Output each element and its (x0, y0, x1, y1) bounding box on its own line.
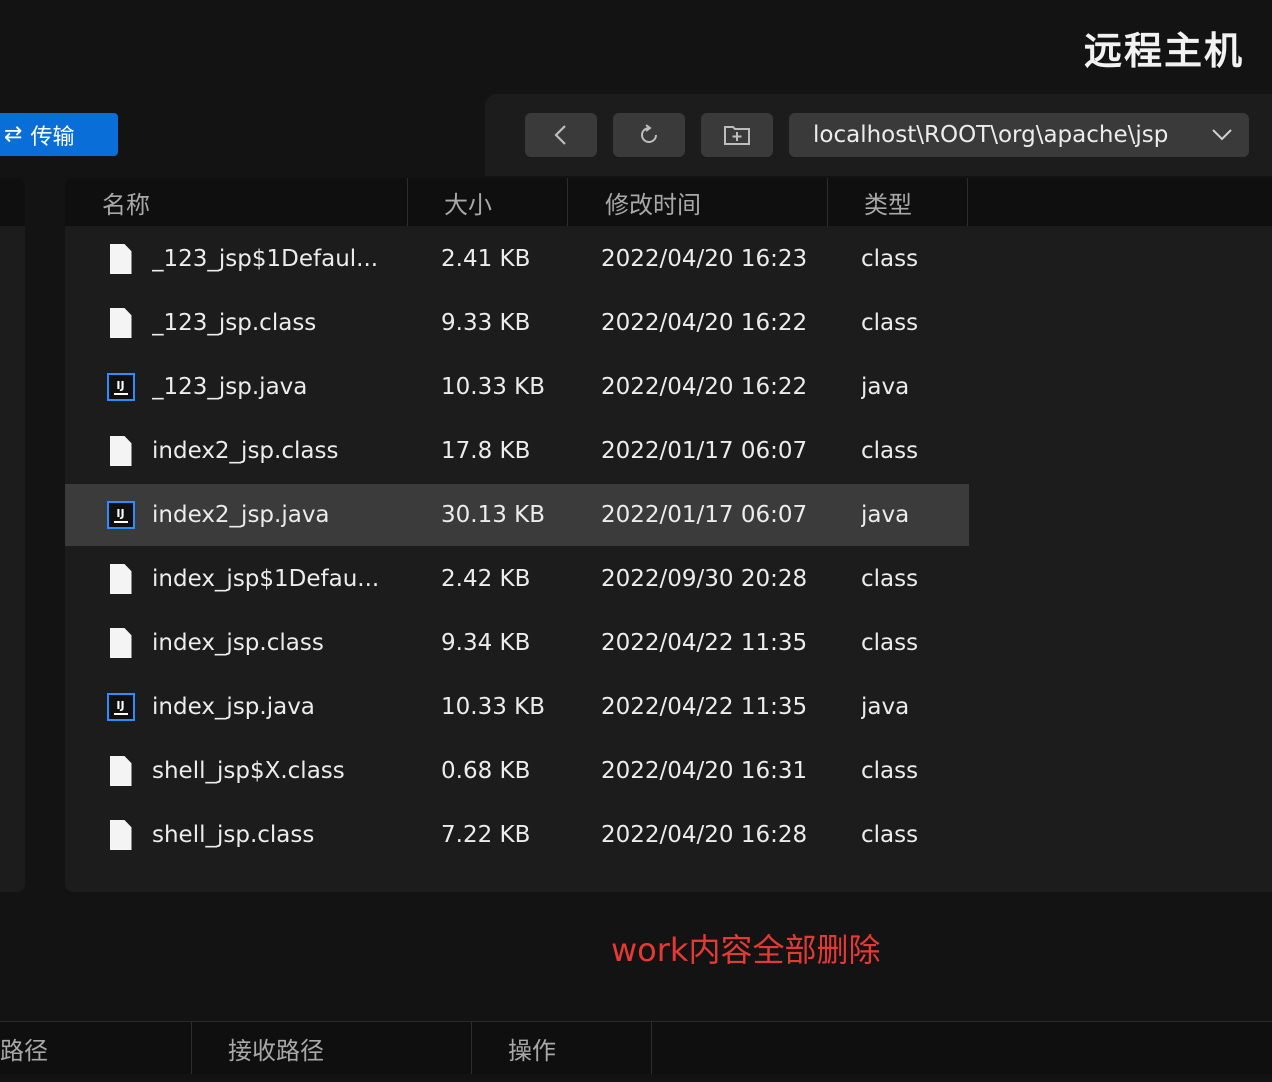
path-value: localhost\ROOT\org\apache\jsp (813, 122, 1169, 148)
file-row-icon-cell (65, 628, 152, 658)
file-name: index2_jsp.java (152, 502, 330, 528)
file-row[interactable]: _123_jsp$1Defaul... 2.41 KB 2022/04/20 16:… (65, 228, 969, 290)
file-modified: 2022/04/22 11:35 (601, 694, 808, 720)
transfer-table-header: 路径 接收路径 操作 (0, 1021, 1272, 1074)
file-row-icon-cell (65, 436, 152, 466)
file-modified: 2022/04/20 16:23 (601, 246, 808, 272)
file-modified: 2022/04/20 16:22 (601, 374, 808, 400)
new-folder-button[interactable] (701, 113, 773, 157)
file-name: index2_jsp.class (152, 438, 339, 464)
file-icon (109, 756, 132, 786)
file-type: java (861, 694, 910, 720)
file-row[interactable]: index2_jsp.class 17.8 KB 2022/01/17 06:07 c… (65, 420, 969, 482)
local-file-panel-header (0, 178, 25, 226)
file-size: 9.33 KB (441, 310, 531, 336)
file-size: 7.22 KB (441, 822, 531, 848)
file-row[interactable]: IJ _123_jsp.java 10.33 KB 2022/04/20 16:22 j… (65, 356, 969, 418)
file-name: index_jsp$1Defau... (152, 566, 380, 592)
refresh-button[interactable] (613, 113, 685, 157)
file-row[interactable]: IJ index_jsp.java 10.33 KB 2022/04/22 11:35… (65, 676, 969, 738)
file-row-icon-cell (65, 820, 152, 850)
transfer-button[interactable]: ⇄ 传输 (0, 113, 118, 156)
file-type: class (861, 822, 919, 848)
file-icon (109, 436, 132, 466)
file-size: 2.42 KB (441, 566, 531, 592)
column-header-type[interactable]: 类型 (828, 178, 968, 226)
file-modified: 2022/04/22 11:35 (601, 630, 808, 656)
file-type: class (861, 566, 919, 592)
file-modified: 2022/01/17 06:07 (601, 502, 808, 528)
file-row-icon-cell (65, 564, 152, 594)
intellij-file-icon: IJ (106, 501, 135, 529)
column-header-receive-path[interactable]: 接收路径 (192, 1022, 472, 1074)
folder-plus-icon (724, 126, 750, 145)
file-modified: 2022/09/30 20:28 (601, 566, 808, 592)
file-type: java (861, 374, 910, 400)
file-row[interactable]: index_jsp.class 9.34 KB 2022/04/22 11:35 cl… (65, 612, 969, 674)
column-header-name[interactable]: 名称 (65, 178, 408, 226)
chevron-left-icon (554, 125, 566, 145)
refresh-icon (641, 124, 657, 143)
annotation-note: work内容全部删除 (611, 931, 881, 969)
file-icon (109, 244, 132, 274)
file-name: index_jsp.java (152, 694, 315, 720)
file-row-icon-cell: IJ (65, 501, 152, 529)
file-type: class (861, 630, 919, 656)
file-size: 0.68 KB (441, 758, 531, 784)
file-size: 17.8 KB (441, 438, 531, 464)
path-input[interactable]: localhost\ROOT\org\apache\jsp (789, 113, 1249, 157)
file-size: 2.41 KB (441, 246, 531, 272)
file-type: class (861, 310, 919, 336)
file-row[interactable]: index_jsp$1Defau... 2.42 KB 2022/09/30 20:… (65, 548, 969, 610)
file-row[interactable]: shell_jsp.class 7.22 KB 2022/04/20 16:28 cl… (65, 804, 969, 866)
intellij-file-icon: IJ (106, 373, 135, 401)
back-button[interactable] (525, 113, 597, 157)
file-icon (109, 628, 132, 658)
file-table-header: 名称 大小 修改时间 类型 (65, 178, 1272, 226)
file-name: _123_jsp$1Defaul... (152, 246, 379, 272)
file-type: java (861, 502, 910, 528)
column-header-path[interactable]: 路径 (0, 1022, 192, 1074)
chevron-down-icon[interactable] (1211, 123, 1233, 147)
file-row[interactable]: IJ index2_jsp.java 30.13 KB 2022/01/17 06:0… (65, 484, 969, 546)
column-header-modified[interactable]: 修改时间 (568, 178, 828, 226)
file-modified: 2022/01/17 06:07 (601, 438, 808, 464)
file-row-icon-cell (65, 308, 152, 338)
file-size: 30.13 KB (441, 502, 546, 528)
file-type: class (861, 758, 919, 784)
file-icon (109, 820, 132, 850)
file-type: class (861, 246, 919, 272)
file-name: _123_jsp.java (152, 374, 308, 400)
file-name: shell_jsp$X.class (152, 758, 345, 784)
file-row-icon-cell: IJ (65, 693, 152, 721)
file-row[interactable]: _123_jsp.class 9.33 KB 2022/04/20 16:22 cla… (65, 292, 969, 354)
file-name: _123_jsp.class (152, 310, 317, 336)
file-modified: 2022/04/20 16:28 (601, 822, 808, 848)
column-header-actions[interactable]: 操作 (472, 1022, 652, 1074)
column-header-size[interactable]: 大小 (408, 178, 568, 226)
intellij-file-icon: IJ (106, 693, 135, 721)
file-modified: 2022/04/20 16:22 (601, 310, 808, 336)
file-row-icon-cell: IJ (65, 373, 152, 401)
file-size: 10.33 KB (441, 374, 546, 400)
file-type: class (861, 438, 919, 464)
file-name: index_jsp.class (152, 630, 324, 656)
file-row-icon-cell (65, 756, 152, 786)
file-modified: 2022/04/20 16:31 (601, 758, 808, 784)
file-name: shell_jsp.class (152, 822, 315, 848)
file-size: 9.34 KB (441, 630, 531, 656)
file-row[interactable]: shell_jsp$X.class 0.68 KB 2022/04/20 16:31… (65, 740, 969, 802)
local-file-panel (0, 178, 25, 892)
file-icon (109, 564, 132, 594)
file-row-icon-cell (65, 244, 152, 274)
remote-file-panel: 名称 大小 修改时间 类型 _123_jsp$1Defaul... 2.41 KB… (65, 178, 1272, 892)
file-icon (109, 308, 132, 338)
transfer-button-label: 传输 (30, 124, 75, 150)
sync-icon: ⇄ (4, 122, 23, 147)
window-title: 远程主机 (1083, 29, 1244, 73)
file-size: 10.33 KB (441, 694, 546, 720)
